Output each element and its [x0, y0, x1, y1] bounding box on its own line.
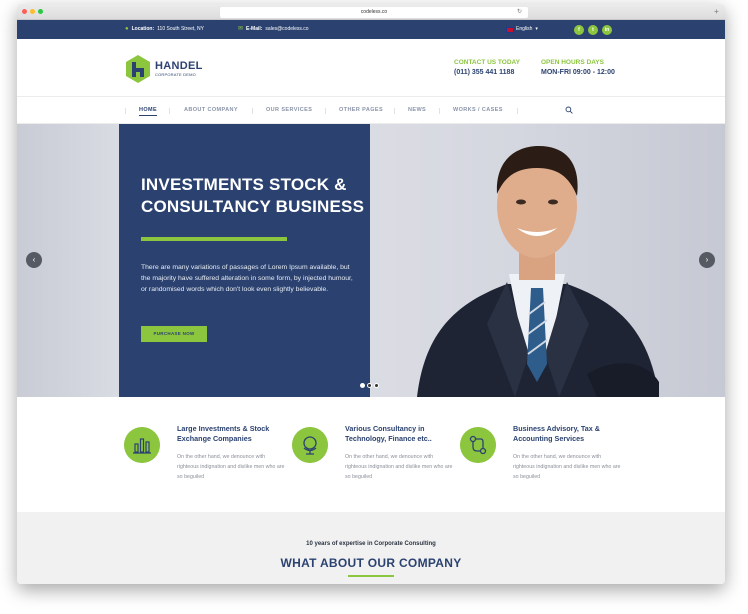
email-value[interactable]: sales@codeless.co	[265, 20, 308, 39]
minimize-dot[interactable]	[30, 9, 35, 14]
slider-dot[interactable]	[374, 383, 379, 388]
nav-divider	[517, 108, 518, 114]
nav-item-other-pages[interactable]: OTHER PAGES	[339, 97, 383, 124]
about-underline	[348, 575, 394, 577]
nav-item-about-company[interactable]: ABOUT COMPANY	[184, 97, 238, 124]
slider-prev-arrow-icon[interactable]: ‹	[26, 252, 42, 268]
new-tab-icon[interactable]: +	[712, 8, 721, 17]
location-label: Location:	[131, 26, 155, 32]
maximize-dot[interactable]	[38, 9, 43, 14]
businessman-photo	[417, 146, 659, 397]
social-links: f t in	[574, 25, 612, 35]
hero-panel: INVESTMENTS STOCK & CONSULTANCY BUSINESS…	[119, 124, 370, 397]
linkedin-icon[interactable]: in	[602, 25, 612, 35]
hero-slider: INVESTMENTS STOCK & CONSULTANCY BUSINESS…	[17, 124, 725, 397]
nav-divider	[125, 108, 126, 114]
nav-divider	[325, 108, 326, 114]
twitter-icon[interactable]: t	[588, 25, 598, 35]
main-nav: HOME ABOUT COMPANY OUR SERVICES OTHER PA…	[17, 97, 725, 124]
hours-label: OPEN HOURS DAYS	[541, 59, 604, 66]
nav-item-home[interactable]: HOME	[139, 97, 158, 124]
location-info: ● Location: 110 South Street, NY	[125, 20, 204, 39]
hero-accent-bar	[141, 237, 287, 241]
flow-icon	[460, 427, 496, 463]
feature-title: Large Investments & Stock Exchange Compa…	[177, 424, 270, 443]
logo-subtitle: CORPORATE DEMO	[155, 72, 196, 77]
logo[interactable]: HANDEL CORPORATE DEMO	[124, 54, 203, 84]
nav-divider	[394, 108, 395, 114]
globe-icon	[292, 427, 328, 463]
reload-icon[interactable]: ↻	[517, 7, 522, 18]
hours-value: MON-FRI 09:00 - 12:00	[541, 69, 615, 76]
slider-dot[interactable]	[367, 383, 372, 388]
mail-icon: ✉	[238, 26, 244, 32]
nav-item-works-cases[interactable]: WORKS / CASES	[453, 97, 503, 124]
logo-name: HANDEL	[155, 60, 203, 72]
about-section: 10 years of expertise in Corporate Consu…	[17, 512, 725, 584]
nav-divider	[439, 108, 440, 114]
chevron-down-icon: ▾	[535, 26, 538, 32]
language-label: English	[516, 26, 533, 32]
feature-title: Various Consultancy in Technology, Finan…	[345, 424, 432, 443]
location-pin-icon: ●	[125, 26, 129, 32]
contact-info: CONTACT US TODAY (011) 355 441 1188	[454, 59, 520, 76]
nav-item-news[interactable]: NEWS	[408, 97, 426, 124]
logo-mark-icon	[126, 55, 150, 83]
chart-icon	[124, 427, 160, 463]
facebook-icon[interactable]: f	[574, 25, 584, 35]
hero-title: INVESTMENTS STOCK & CONSULTANCY BUSINESS	[141, 175, 365, 216]
slider-next-arrow-icon[interactable]: ›	[699, 252, 715, 268]
nav-divider	[252, 108, 253, 114]
url-text: codeless.co	[360, 9, 388, 15]
search-icon[interactable]	[565, 106, 573, 114]
features-section: Large Investments & Stock Exchange Compa…	[17, 397, 725, 512]
slider-dot[interactable]	[360, 383, 365, 388]
site-header: HANDEL CORPORATE DEMO CONTACT US TODAY (…	[17, 39, 725, 97]
feature-text: On the other hand, we denounce with righ…	[513, 454, 621, 480]
purchase-now-button[interactable]: PURCHASE NOW	[141, 326, 207, 342]
location-value: 110 South Street, NY	[157, 26, 205, 32]
hero-description: There are many variations of passages of…	[141, 264, 353, 293]
browser-window: codeless.co ↻ + ● Location: 110 South St…	[17, 4, 725, 584]
email-info: ✉ E-Mail: sales@codeless.co	[238, 20, 309, 39]
nav-item-our-services[interactable]: OUR SERVICES	[266, 97, 312, 124]
top-info-bar: ● Location: 110 South Street, NY ✉ E-Mai…	[17, 20, 725, 39]
language-selector[interactable]: English ▾	[506, 20, 538, 39]
address-bar[interactable]: codeless.co ↻	[220, 7, 528, 18]
close-dot[interactable]	[22, 9, 27, 14]
contact-label: CONTACT US TODAY	[454, 59, 520, 66]
about-title: WHAT ABOUT OUR COMPANY	[280, 556, 462, 570]
feature-title: Business Advisory, Tax & Accounting Serv…	[513, 424, 600, 443]
uk-flag-icon	[506, 26, 514, 33]
contact-phone[interactable]: (011) 355 441 1188	[454, 69, 520, 76]
email-label: E-Mail:	[246, 26, 263, 32]
browser-chrome: codeless.co ↻ +	[17, 4, 725, 20]
window-controls	[22, 9, 43, 14]
feature-text: On the other hand, we denounce with righ…	[177, 454, 285, 480]
slider-pagination	[360, 383, 379, 388]
hours-info: OPEN HOURS DAYS MON-FRI 09:00 - 12:00	[541, 59, 615, 76]
nav-divider	[169, 108, 170, 114]
feature-text: On the other hand, we denounce with righ…	[345, 454, 453, 480]
about-subtitle: 10 years of expertise in Corporate Consu…	[306, 541, 436, 547]
